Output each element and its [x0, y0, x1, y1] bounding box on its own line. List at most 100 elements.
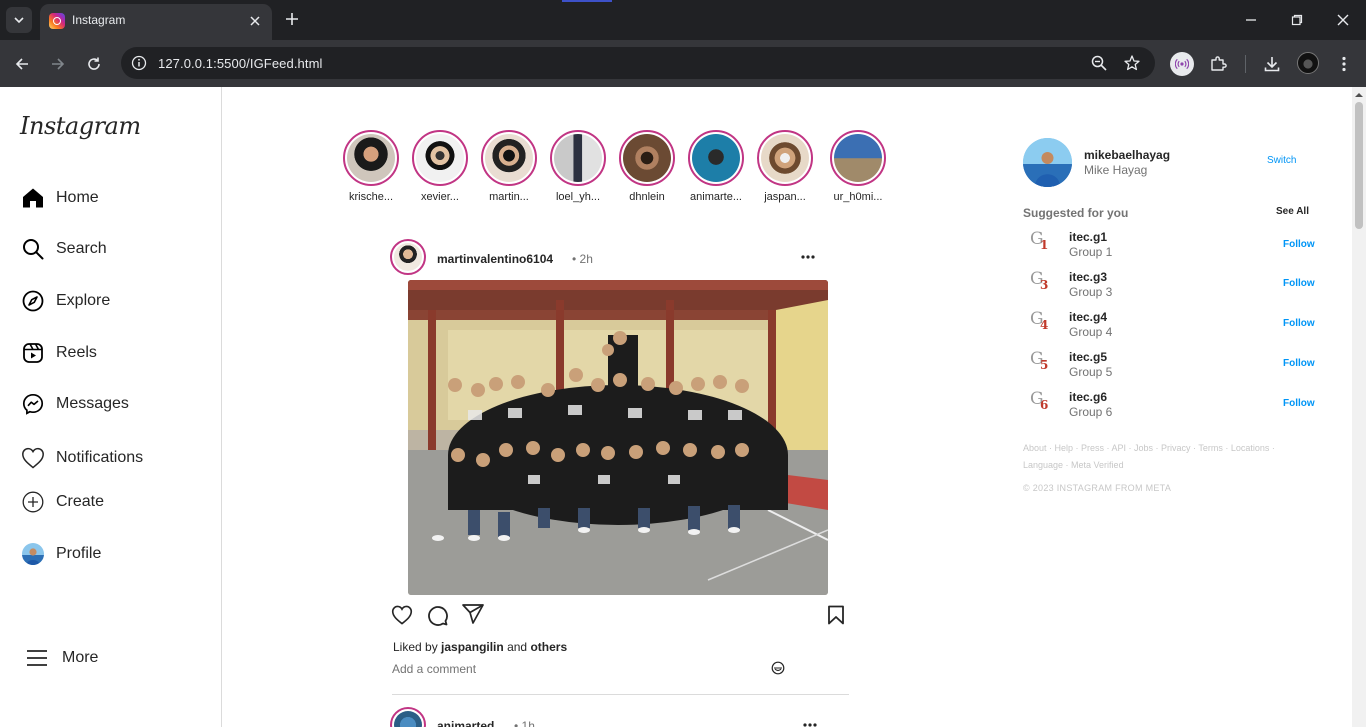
messenger-icon	[20, 391, 46, 417]
current-user-username[interactable]: mikebaelhayag	[1084, 148, 1170, 162]
close-icon	[250, 16, 260, 26]
sidebar-item-more[interactable]: More	[20, 643, 98, 673]
sidebar-item-label: Profile	[56, 545, 102, 562]
url-text[interactable]: 127.0.0.1:5500/IGFeed.html	[158, 56, 322, 71]
close-window-button[interactable]	[1332, 9, 1354, 31]
suggestion-username[interactable]: itec.g1	[1069, 230, 1107, 244]
instagram-logo[interactable]: Instagram	[20, 112, 141, 140]
group-logo-icon[interactable]: G1	[1030, 229, 1056, 255]
group-logo-icon[interactable]: G3	[1030, 269, 1056, 295]
follow-button[interactable]: Follow	[1283, 318, 1315, 329]
scrollbar-thumb[interactable]	[1355, 102, 1363, 229]
post-options-button[interactable]	[800, 717, 820, 727]
sidebar-item-home[interactable]: Home	[20, 183, 99, 213]
story-item[interactable]: animarte...	[686, 130, 746, 203]
sidebar-item-notifications[interactable]: Notifications	[20, 443, 143, 473]
tab-close-button[interactable]	[246, 12, 264, 30]
download-icon	[1264, 57, 1280, 72]
emoji-button[interactable]	[771, 661, 785, 675]
follow-button[interactable]: Follow	[1283, 278, 1315, 289]
plus-circle-icon	[20, 489, 46, 515]
post-author-avatar[interactable]	[390, 239, 426, 275]
sidebar-item-label: More	[62, 649, 99, 666]
story-avatar	[554, 134, 602, 182]
switch-account-link[interactable]: Switch	[1267, 155, 1296, 166]
sidebar-item-label: Explore	[56, 292, 111, 309]
sidebar-item-search[interactable]: Search	[20, 234, 107, 264]
comment-button[interactable]	[425, 603, 449, 627]
media-control-button[interactable]	[1170, 52, 1194, 76]
story-item[interactable]: ur_h0mi...	[828, 130, 888, 203]
arrow-right-icon	[52, 58, 65, 70]
zoom-button[interactable]	[1089, 53, 1109, 73]
sidebar-item-messages[interactable]: Messages	[20, 389, 129, 419]
hamburger-menu-icon	[24, 645, 50, 671]
group-logo-icon[interactable]: G4	[1030, 309, 1056, 335]
follow-button[interactable]: Follow	[1283, 358, 1315, 369]
post-options-button[interactable]	[798, 249, 818, 265]
chrome-menu-button[interactable]	[1332, 52, 1356, 76]
page-scrollbar[interactable]	[1352, 87, 1366, 727]
comment-input[interactable]: Add a comment	[392, 662, 476, 676]
footer-links-line[interactable]: Language · Meta Verified	[1023, 457, 1323, 474]
story-avatar	[623, 134, 671, 182]
chrome-profile-avatar[interactable]	[1297, 52, 1319, 74]
group-logo-icon[interactable]: G6	[1030, 389, 1056, 415]
sidebar-item-reels[interactable]: Reels	[20, 338, 97, 368]
story-avatar	[834, 134, 882, 182]
story-avatar	[416, 134, 464, 182]
group-logo-icon[interactable]: G5	[1030, 349, 1056, 375]
tab-search-button[interactable]	[6, 7, 32, 33]
post-author-avatar[interactable]	[390, 707, 426, 727]
sidebar-item-explore[interactable]: Explore	[20, 286, 110, 316]
like-button[interactable]	[390, 603, 414, 627]
suggestion-username[interactable]: itec.g6	[1069, 390, 1107, 404]
suggestion-username[interactable]: itec.g4	[1069, 310, 1107, 324]
bookmark-star-button[interactable]	[1122, 53, 1142, 73]
liked-by-user[interactable]: jaspangilin	[441, 640, 504, 654]
post-username[interactable]: animarted	[437, 719, 494, 727]
downloads-button[interactable]	[1260, 52, 1284, 76]
follow-button[interactable]: Follow	[1283, 398, 1315, 409]
browser-tab[interactable]: Instagram	[40, 4, 272, 40]
footer-links-line[interactable]: About · Help · Press · API · Jobs · Priv…	[1023, 440, 1323, 457]
suggestion-username[interactable]: itec.g3	[1069, 270, 1107, 284]
broadcast-icon	[1175, 58, 1189, 70]
story-item[interactable]: dhnlein	[617, 130, 677, 203]
current-user-avatar[interactable]	[1023, 138, 1072, 187]
story-username: martin...	[489, 191, 529, 203]
extensions-button[interactable]	[1206, 52, 1230, 76]
story-item[interactable]: martin...	[479, 130, 539, 203]
save-post-button[interactable]	[824, 603, 848, 627]
browser-tab-bar: Instagram	[0, 0, 1366, 40]
post-image[interactable]	[408, 280, 828, 595]
minimize-icon	[1246, 19, 1256, 21]
post-username[interactable]: martinvalentino6104	[437, 252, 553, 266]
back-button[interactable]	[10, 52, 34, 76]
sidebar-item-label: Create	[56, 493, 105, 510]
liked-by-others[interactable]: others	[530, 640, 567, 654]
minimize-button[interactable]	[1240, 9, 1262, 31]
close-icon	[1337, 14, 1349, 26]
story-avatar	[347, 134, 395, 182]
reload-button[interactable]	[82, 52, 106, 76]
follow-button[interactable]: Follow	[1283, 239, 1315, 250]
story-ring	[343, 130, 399, 186]
forward-button[interactable]	[46, 52, 70, 76]
sidebar-item-profile[interactable]: Profile	[20, 539, 101, 569]
footer-links: About · Help · Press · API · Jobs · Priv…	[1023, 440, 1323, 474]
new-tab-button[interactable]	[282, 9, 302, 29]
suggestion-name: Group 3	[1069, 285, 1113, 299]
story-item[interactable]: krische...	[341, 130, 401, 203]
suggestion-username[interactable]: itec.g5	[1069, 350, 1107, 364]
story-item[interactable]: xevier...	[410, 130, 470, 203]
story-item[interactable]: loel_yh...	[548, 130, 608, 203]
share-button[interactable]	[461, 602, 485, 626]
sidebar-item-create[interactable]: Create	[20, 487, 104, 517]
site-info-button[interactable]	[129, 53, 149, 73]
story-item[interactable]: jaspan...	[755, 130, 815, 203]
address-bar[interactable]: 127.0.0.1:5500/IGFeed.html	[121, 47, 1155, 79]
restore-button[interactable]	[1286, 9, 1308, 31]
see-all-link[interactable]: See All	[1276, 206, 1309, 217]
scroll-up-arrow-icon[interactable]	[1355, 91, 1363, 99]
